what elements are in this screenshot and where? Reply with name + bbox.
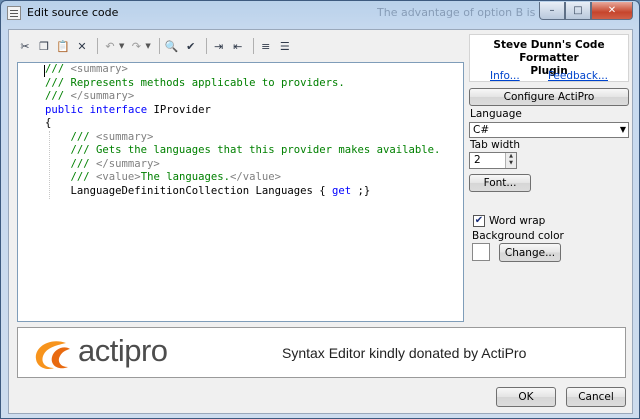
minimize-button[interactable]: – [539,2,565,20]
code-token: /// [45,171,90,183]
actipro-logo: actipro [30,333,200,373]
toolbar-separator [205,38,207,54]
stepper-down-icon[interactable]: ▼ [506,160,516,167]
maximize-button[interactable]: □ [565,2,591,20]
code-token: ;} [351,184,371,197]
cancel-button[interactable]: Cancel [566,387,626,407]
spellcheck-icon[interactable]: ✔ [183,38,199,54]
code-token: <summary> [64,63,128,75]
code-token: /// [45,130,90,143]
stepper-buttons[interactable]: ▲ ▼ [505,153,516,168]
undo-dropdown-icon[interactable]: ▼ [119,42,124,50]
code-line[interactable]: /// <summary> [45,63,440,77]
paste-icon[interactable]: 📋 [55,38,71,54]
tab-width-stepper[interactable]: 2 ▲ ▼ [469,152,517,169]
actipro-banner: actipro Syntax Editor kindly donated by … [17,327,626,378]
find-icon[interactable]: 🔍 [164,38,180,54]
stepper-up-icon[interactable]: ▲ [506,153,516,160]
redo-icon[interactable]: ↷ [128,38,144,54]
code-line[interactable]: /// <summary> [45,131,440,145]
uncomment-icon[interactable]: ☰ [277,38,293,54]
font-button[interactable]: Font... [469,174,531,192]
feedback-link[interactable]: Feedback... [548,70,608,82]
code-text[interactable]: /// <summary>/// Represents methods appl… [45,63,440,198]
code-line[interactable]: public interface IProvider [45,104,440,118]
code-token: </summary> [89,157,160,170]
word-wrap-label: Word wrap [489,215,546,227]
chevron-down-icon[interactable]: ▼ [620,123,626,137]
editor-gutter [18,63,40,321]
title-bar[interactable]: Edit source code The advantage of option… [1,1,639,25]
donation-credit-text: Syntax Editor kindly donated by ActiPro [282,345,527,361]
code-token: interface [89,103,148,116]
window-title: Edit source code [27,6,119,19]
cut-icon[interactable]: ✂ [17,38,33,54]
dialog-client-area: ✂ ❐ 📋 ✕ ↶ ▼ ↷ ▼ 🔍 ✔ ⇥ ⇤ ≡ ☰ /// <summary… [8,29,633,414]
outdent-icon[interactable]: ⇤ [230,38,246,54]
code-token: /// Gets the languages that this provide… [45,144,441,156]
code-token: </value> [229,171,282,183]
tab-width-value: 2 [474,154,481,166]
undo-icon[interactable]: ↶ [102,38,118,54]
tab-width-label: Tab width [470,139,521,151]
code-line[interactable]: /// Represents methods applicable to pro… [45,77,440,91]
background-color-label: Background color [472,230,564,242]
info-link[interactable]: Info... [490,70,520,82]
redo-dropdown-icon[interactable]: ▼ [145,42,150,50]
change-color-button[interactable]: Change... [499,243,561,262]
editor-toolbar: ✂ ❐ 📋 ✕ ↶ ▼ ↷ ▼ 🔍 ✔ ⇥ ⇤ ≡ ☰ [17,34,296,58]
code-line[interactable]: { [45,117,440,131]
indent-icon[interactable]: ⇥ [211,38,227,54]
code-token: /// [45,157,90,170]
code-line[interactable]: /// </summary> [45,90,440,104]
actipro-logo-text: actipro [78,333,168,368]
code-line[interactable]: /// <value>The languages.</value> [45,171,440,185]
code-token: /// [45,90,65,102]
code-token: /// Represents methods applicable to pro… [45,76,345,89]
language-label: Language [470,108,522,120]
word-wrap-checkbox[interactable]: ✔ [473,215,485,227]
code-token: </summary> [64,90,135,102]
background-color-swatch[interactable] [472,243,490,261]
code-editor[interactable]: /// <summary>/// Represents methods appl… [17,62,464,322]
code-token: { [45,117,52,129]
close-button[interactable]: ✕ [591,2,633,20]
code-token: /// [45,63,65,75]
copy-icon[interactable]: ❐ [36,38,52,54]
plugin-name-line1: Steve Dunn's Code Formatter [493,39,605,64]
configure-actipro-button[interactable]: Configure ActiPro [469,88,629,106]
language-select[interactable]: C# ▼ [469,122,629,138]
code-line[interactable]: /// Gets the languages that this provide… [45,144,441,158]
code-token: The languages. [140,171,230,183]
code-token: <summary> [89,130,154,143]
plugin-info-box: Steve Dunn's Code Formatter Plugin Info.… [469,34,629,82]
toolbar-separator [158,38,160,54]
code-line[interactable]: /// </summary> [45,158,440,172]
plugin-links: Info... Feedback... [470,70,628,82]
delete-icon[interactable]: ✕ [74,38,90,54]
edit-source-dialog: Edit source code The advantage of option… [0,0,640,419]
window-icon [7,6,21,20]
actipro-swirl-icon [35,341,70,369]
toolbar-separator [97,38,98,54]
background-window-title: The advantage of option B is that you [377,6,547,19]
code-token: LanguageDefinitionCollection Languages { [45,184,333,197]
code-token: <value> [89,171,141,183]
code-token: get [332,184,352,197]
toolbar-separator [252,38,254,54]
language-select-value: C# [473,124,490,136]
caption-buttons: – □ ✕ [539,2,633,20]
code-line[interactable]: LanguageDefinitionCollection Languages {… [45,185,440,199]
code-token: public [45,103,84,116]
comment-icon[interactable]: ≡ [258,38,274,54]
code-token: IProvider [147,103,211,116]
ok-button[interactable]: OK [496,387,556,407]
